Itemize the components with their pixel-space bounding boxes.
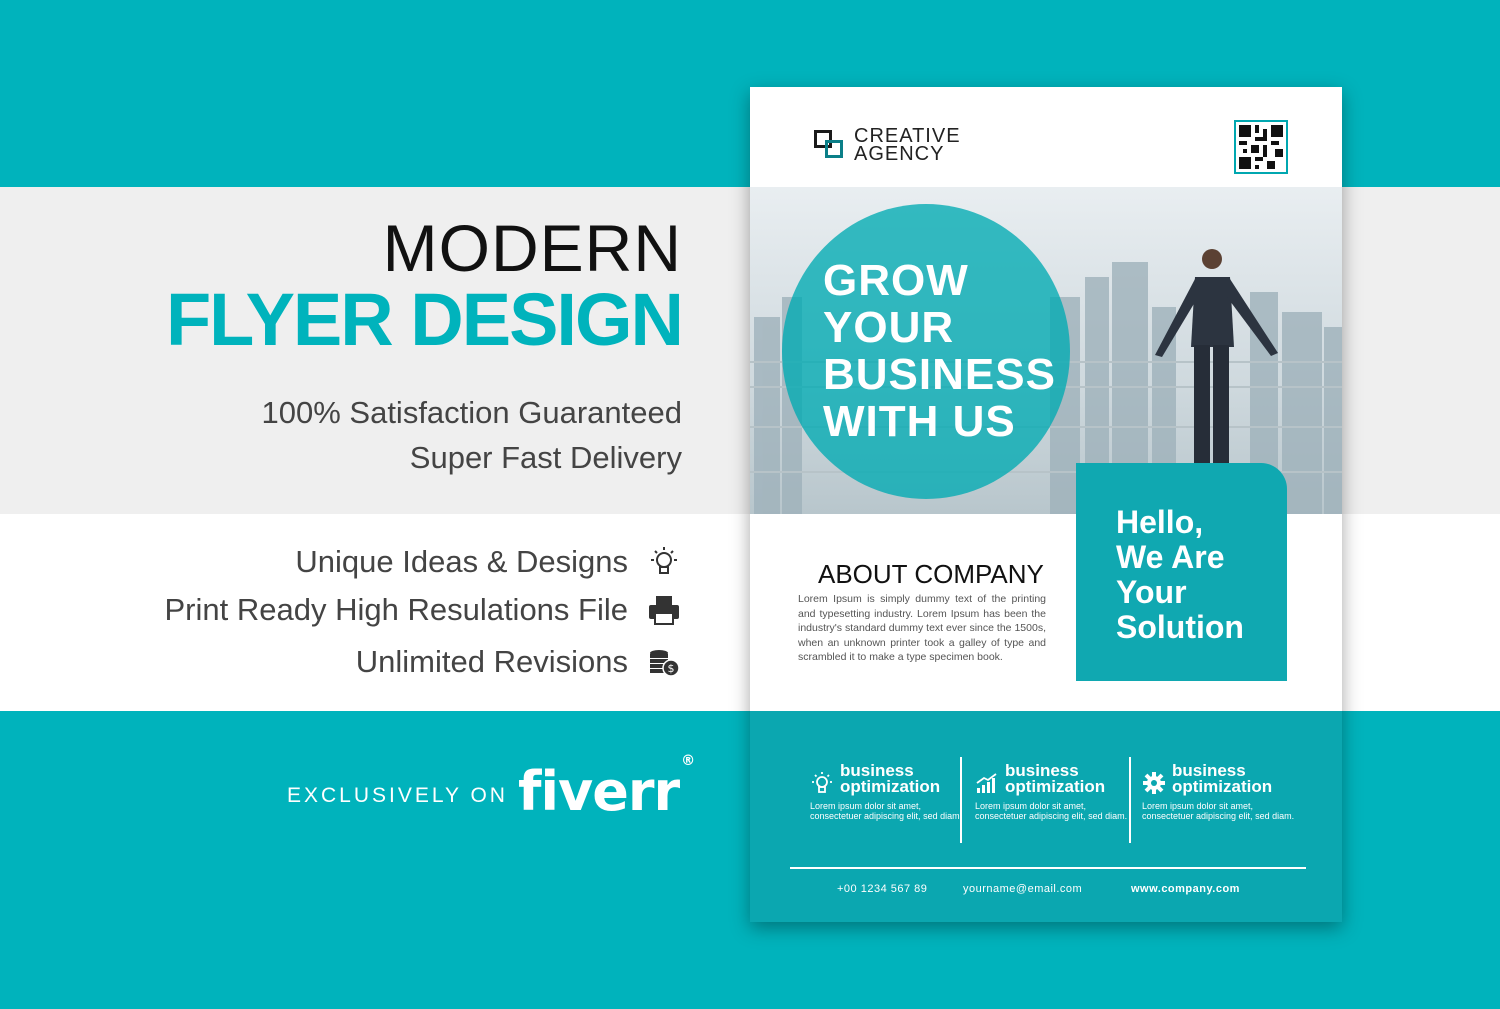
feature-print-ready: Print Ready High Resulations File	[165, 592, 683, 628]
column-title: optimization	[840, 777, 941, 796]
feature-label: Unlimited Revisions	[355, 644, 628, 679]
lightbulb-icon	[812, 772, 832, 793]
delivery-text: Super Fast Delivery	[409, 440, 682, 475]
divider	[1129, 757, 1131, 843]
column-desc: Lorem ipsum dolor sit amet, consectetuer…	[975, 801, 1128, 821]
feature-column: business optimization Lorem ipsum dolor s…	[975, 762, 1135, 821]
grow-business-headline: GROW YOUR BUSINESS WITH US	[823, 257, 1056, 445]
feature-column: business optimization Lorem ipsum dolor s…	[810, 762, 970, 821]
coins-icon: $	[646, 644, 682, 680]
column-title: optimization	[1005, 777, 1106, 796]
gear-icon	[1143, 772, 1165, 794]
feature-label: Print Ready High Resulations File	[164, 592, 629, 627]
fiverr-logo: fiverr ®	[518, 753, 695, 823]
printer-icon	[646, 592, 682, 628]
feature-label: Unique Ideas & Designs	[295, 544, 628, 579]
satisfaction-text: 100% Satisfaction Guaranteed	[261, 395, 683, 430]
hello-line: Your	[1116, 574, 1187, 610]
hello-line: We Are	[1116, 539, 1225, 575]
feature-unique-ideas: Unique Ideas & Designs	[295, 544, 682, 580]
logo-line2: AGENCY	[854, 143, 945, 165]
website-url: www.company.com	[1131, 883, 1240, 895]
headline-modern: MODERN	[382, 211, 682, 285]
lightbulb-icon	[646, 544, 682, 580]
hello-line: Solution	[1116, 609, 1244, 645]
flyer-footer: business optimization Lorem ipsum dolor s…	[750, 711, 1342, 922]
bar-chart-icon	[976, 773, 997, 793]
email-address: yourname@email.com	[963, 883, 1083, 895]
headline-flyer-design: FLYER DESIGN	[165, 278, 684, 361]
grow-line: YOUR	[823, 303, 955, 352]
grow-line: WITH US	[823, 397, 1016, 446]
flyer-mockup: CREATIVE AGENCY GROW YOUR BUSINESS WITH …	[750, 87, 1342, 922]
feature-unlimited-revisions: Unlimited Revisions $	[356, 644, 682, 680]
qr-code-icon	[1234, 120, 1288, 174]
grow-line: GROW	[823, 256, 969, 305]
phone-number: +00 1234 567 89	[837, 883, 928, 895]
fiverr-text: fiverr	[518, 760, 680, 823]
about-title: ABOUT COMPANY	[818, 559, 1044, 589]
logo-mark-icon	[814, 130, 846, 160]
divider	[960, 757, 962, 843]
hello-line: Hello,	[1116, 504, 1204, 540]
footer-rule	[790, 867, 1306, 869]
column-desc: Lorem ipsum dolor sit amet, consectetuer…	[810, 801, 963, 821]
feature-column: business optimization Lorem ipsum dolor s…	[1142, 762, 1302, 821]
grow-line: BUSINESS	[823, 350, 1056, 399]
exclusively-on-label: EXCLUSIVELY ON	[287, 784, 508, 807]
about-text: Lorem Ipsum is simply dummy text of the …	[798, 593, 1046, 663]
agency-logo: CREATIVE AGENCY	[814, 126, 961, 165]
registered-mark: ®	[681, 753, 695, 769]
column-desc: Lorem ipsum dolor sit amet, consectetuer…	[1142, 801, 1295, 821]
svg-text:$: $	[668, 662, 675, 675]
hello-box: Hello, We Are Your Solution	[1076, 463, 1287, 681]
column-title: optimization	[1172, 777, 1273, 796]
